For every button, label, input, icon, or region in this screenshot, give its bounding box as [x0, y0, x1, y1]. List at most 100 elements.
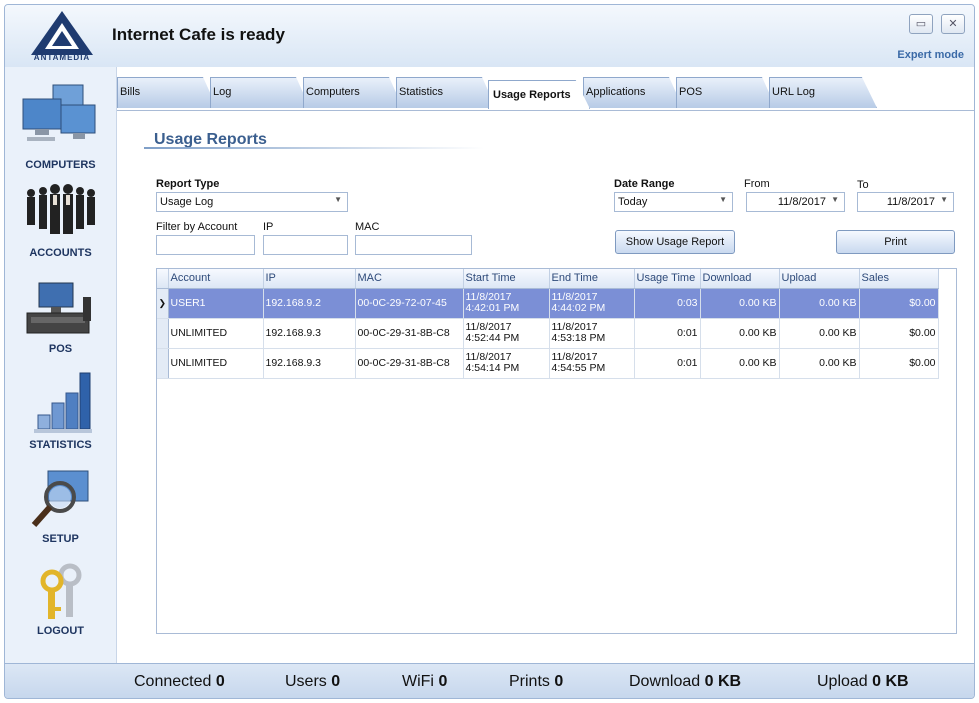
tab-pos[interactable]: POS	[676, 77, 776, 108]
status-bar: Connected 0 Users 0 WiFi 0 Prints 0 Down…	[5, 663, 974, 698]
ip-label: IP	[263, 221, 274, 233]
status-download: Download 0 KB	[629, 673, 741, 691]
report-type-select[interactable]: Usage Log ▼	[156, 192, 348, 212]
status-users-value: 0	[331, 673, 341, 690]
report-type-label: Report Type	[156, 178, 220, 190]
cell-usage-time: 0:01	[634, 318, 701, 349]
tab-bills[interactable]: Bills	[117, 77, 217, 108]
column-header-mac[interactable]: MAC	[355, 269, 464, 289]
tab-url-log[interactable]: URL Log	[769, 77, 877, 108]
current-row-arrow-icon: ❯	[157, 288, 169, 319]
end-time: 4:54:55 PM	[551, 362, 606, 374]
tab-computers[interactable]: Computers	[303, 77, 403, 108]
cell-sales: $0.00	[859, 348, 939, 379]
cell-upload: 0.00 KB	[779, 288, 860, 319]
app-status-title: Internet Cafe is ready	[112, 25, 285, 44]
status-prints: Prints 0	[509, 673, 563, 691]
tab-statistics[interactable]: Statistics	[396, 77, 496, 108]
date-range-label: Date Range	[614, 178, 675, 190]
tab-usage-reports[interactable]: Usage Reports	[488, 80, 590, 109]
column-header-account[interactable]: Account	[168, 269, 264, 289]
report-type-value: Usage Log	[160, 196, 214, 208]
row-indicator	[157, 348, 169, 379]
end-time: 4:53:18 PM	[551, 332, 606, 344]
status-wifi-label: WiFi	[402, 673, 434, 690]
sidebar-item-computers[interactable]: COMPUTERS	[5, 81, 116, 171]
cell-download: 0.00 KB	[700, 348, 780, 379]
print-button[interactable]: Print	[836, 230, 955, 254]
column-header-sales[interactable]: Sales	[859, 269, 939, 289]
column-header-upload[interactable]: Upload	[779, 269, 860, 289]
cell-usage-time: 0:03	[634, 288, 701, 319]
tab-applications[interactable]: Applications	[583, 77, 683, 108]
tab-log[interactable]: Log	[210, 77, 310, 108]
ip-input[interactable]	[263, 235, 348, 255]
sidebar-label-logout: LOGOUT	[36, 625, 85, 637]
status-prints-value: 0	[554, 673, 564, 690]
sidebar-item-setup[interactable]: SETUP	[5, 469, 116, 545]
cell-ip: 192.168.9.3	[263, 318, 356, 349]
from-label: From	[744, 178, 770, 190]
status-connected-value: 0	[215, 673, 225, 690]
filter-account-label: Filter by Account	[156, 221, 238, 233]
cell-ip: 192.168.9.2	[263, 288, 356, 319]
end-time: 4:44:02 PM	[551, 302, 606, 314]
sidebar-item-logout[interactable]: LOGOUT	[5, 563, 116, 637]
status-upload-value: 0 KB	[872, 673, 909, 690]
cell-upload: 0.00 KB	[779, 318, 860, 349]
logout-icon	[40, 563, 81, 619]
expert-mode-link[interactable]: Expert mode	[897, 49, 964, 61]
date-range-select[interactable]: Today ▼	[614, 192, 733, 212]
status-prints-label: Prints	[509, 673, 550, 690]
cell-end-time: 11/8/2017 4:44:02 PM	[549, 288, 635, 319]
setup-icon	[31, 470, 88, 527]
table-row[interactable]: UNLIMITED 192.168.9.3 00-0C-29-31-8B-C8 …	[157, 348, 939, 379]
cell-start-time: 11/8/2017 4:52:44 PM	[463, 318, 550, 349]
title-bar: ANTAMEDIA Internet Cafe is ready ▭ ✕ Exp…	[5, 5, 974, 67]
column-header-download[interactable]: Download	[700, 269, 780, 289]
column-header-usage-time[interactable]: Usage Time	[634, 269, 701, 289]
tab-strip: Bills Log Computers Statistics Usage Rep…	[117, 77, 974, 111]
sidebar-item-accounts[interactable]: ACCOUNTS	[5, 179, 116, 259]
cell-upload: 0.00 KB	[779, 348, 860, 379]
cell-end-time: 11/8/2017 4:53:18 PM	[549, 318, 635, 349]
from-date-value: 11/8/2017	[777, 196, 826, 208]
start-time: 4:52:44 PM	[465, 332, 520, 344]
table-header-row: Account IP MAC Start Time End Time Usage…	[157, 269, 939, 289]
minimize-button[interactable]: ▭	[909, 14, 933, 34]
cell-account: UNLIMITED	[168, 348, 264, 379]
show-usage-report-button[interactable]: Show Usage Report	[615, 230, 735, 254]
cell-account: USER1	[168, 288, 264, 319]
from-date-picker[interactable]: 11/8/2017 ▼	[746, 192, 845, 212]
to-date-picker[interactable]: 11/8/2017 ▼	[857, 192, 954, 212]
table-row[interactable]: ❯ USER1 192.168.9.2 00-0C-29-72-07-45 11…	[157, 288, 939, 319]
cell-mac: 00-0C-29-31-8B-C8	[355, 348, 464, 379]
column-header-ip[interactable]: IP	[263, 269, 356, 289]
sidebar-label-pos: POS	[48, 343, 73, 355]
pos-icon	[26, 282, 91, 334]
status-download-label: Download	[629, 673, 701, 690]
filter-account-input[interactable]	[156, 235, 255, 255]
cell-download: 0.00 KB	[700, 288, 780, 319]
sidebar-item-statistics[interactable]: STATISTICS	[5, 369, 116, 451]
sidebar: COMPUTERS ACCOUNTS POS STATISTICS SETUP …	[5, 67, 116, 663]
column-header-start-time[interactable]: Start Time	[463, 269, 550, 289]
column-header-end-time[interactable]: End Time	[549, 269, 635, 289]
to-date-value: 11/8/2017	[886, 196, 935, 208]
sidebar-item-pos[interactable]: POS	[5, 279, 116, 355]
status-download-value: 0 KB	[704, 673, 742, 690]
status-connected: Connected 0	[134, 673, 225, 691]
status-upload-label: Upload	[817, 673, 868, 690]
cell-sales: $0.00	[859, 318, 939, 349]
close-button[interactable]: ✕	[941, 14, 965, 34]
chevron-down-icon: ▼	[940, 195, 948, 204]
computers-icon	[22, 84, 95, 141]
table-row[interactable]: UNLIMITED 192.168.9.3 00-0C-29-31-8B-C8 …	[157, 318, 939, 349]
chevron-down-icon: ▼	[719, 195, 727, 204]
chevron-down-icon: ▼	[334, 195, 342, 204]
mac-input[interactable]	[355, 235, 472, 255]
cell-start-time: 11/8/2017 4:54:14 PM	[463, 348, 550, 379]
logo-text: ANTAMEDIA	[33, 53, 91, 62]
date-range-value: Today	[618, 196, 648, 208]
cell-ip: 192.168.9.3	[263, 348, 356, 379]
